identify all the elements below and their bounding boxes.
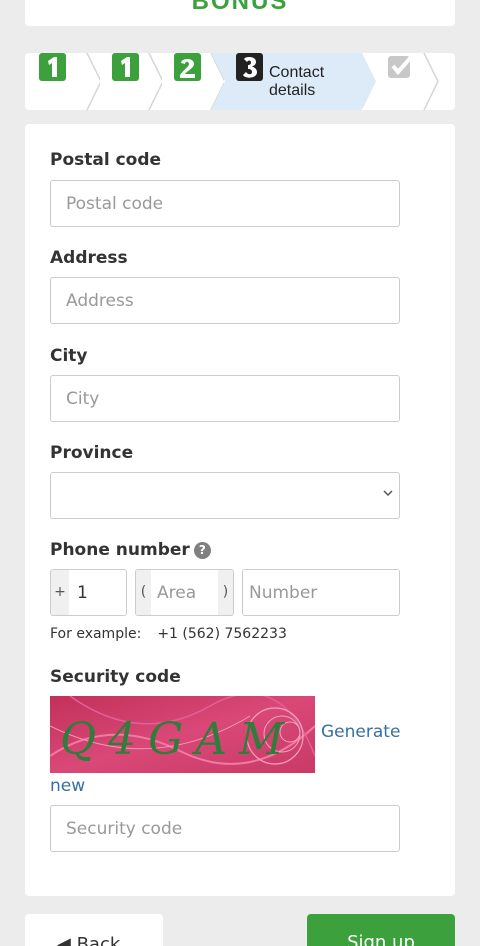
generate-new-link-line1[interactable]: Generate (321, 722, 400, 742)
step-2-icon (174, 53, 201, 81)
generate-new-link-line2[interactable]: new (50, 776, 85, 796)
address-input[interactable] (50, 277, 400, 324)
area-code-input[interactable] (151, 570, 218, 615)
bonus-banner: BONUS (25, 0, 455, 26)
chevron-down-icon (383, 490, 393, 497)
area-code-group: ( ) (135, 569, 234, 616)
postal-code-input[interactable] (50, 180, 400, 227)
back-button[interactable]: ◀ Back (25, 914, 163, 946)
city-input[interactable] (50, 375, 400, 422)
step-1-icon (39, 53, 66, 81)
phone-number-group (242, 569, 400, 616)
sign-up-button[interactable]: Sign up (307, 914, 455, 946)
step-label-line1: Contact (269, 64, 325, 81)
phone-number-label: Phone number? (50, 540, 211, 560)
country-code-input[interactable] (69, 570, 126, 615)
back-label: Back (76, 934, 121, 946)
security-code-label: Security code (50, 667, 181, 687)
security-code-input[interactable] (50, 805, 400, 852)
captcha-text: Q4GAM (60, 714, 296, 765)
province-label: Province (50, 443, 134, 463)
step-1-icon (112, 53, 139, 81)
step-contact-details[interactable]: Contact details (211, 53, 376, 110)
captcha-image: Q4GAM (50, 696, 315, 773)
paren-open-addon: ( (136, 570, 151, 615)
phone-number-label-text: Phone number (50, 540, 190, 560)
city-label: City (50, 346, 88, 366)
step-confirm[interactable] (362, 53, 455, 110)
step-3-icon (236, 53, 263, 81)
registration-stepper: Contact details (25, 53, 455, 110)
phone-example: For example: +1 (562) 7562233 (50, 626, 287, 642)
back-arrow-icon: ◀ (57, 934, 71, 946)
step-label-line2: details (269, 82, 316, 99)
phone-number-input[interactable] (243, 570, 399, 615)
postal-code-label: Postal code (50, 150, 162, 170)
step-label: Contact details (269, 64, 324, 100)
bonus-text: BONUS (191, 0, 289, 15)
help-icon[interactable]: ? (193, 542, 211, 559)
paren-close-addon: ) (218, 570, 233, 615)
plus-addon: + (51, 570, 69, 615)
checkmark-icon (388, 53, 414, 78)
address-label: Address (50, 248, 128, 268)
example-value: +1 (562) 7562233 (157, 626, 287, 642)
contact-form-card: Postal code Address City Province Phone … (25, 124, 455, 896)
country-code-group: + (50, 569, 127, 616)
province-select[interactable] (50, 472, 400, 519)
example-label: For example: (50, 626, 142, 642)
